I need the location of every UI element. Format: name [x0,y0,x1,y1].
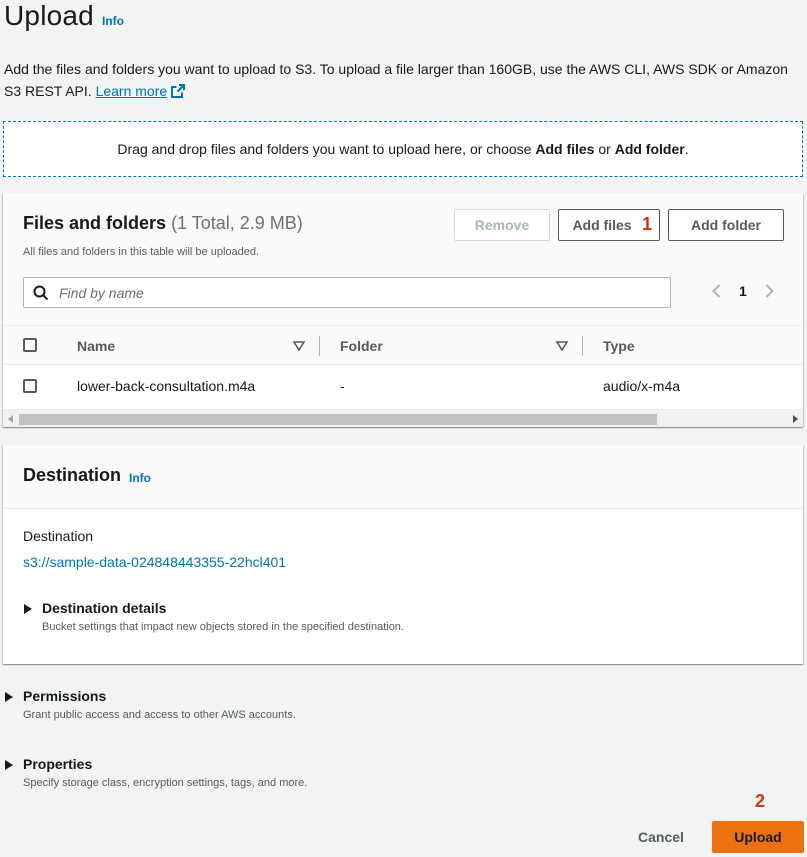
search-field[interactable] [23,277,671,308]
destination-details-subtitle: Bucket settings that impact new objects … [42,621,404,633]
step-marker-2: 2 [755,791,766,811]
column-divider[interactable] [582,336,583,356]
destination-details-title: Destination details [42,600,167,616]
step-marker-1: 1 [642,214,653,234]
sort-icon[interactable] [556,340,568,352]
page-title: Upload [4,0,94,31]
row-checkbox[interactable] [23,379,37,393]
files-count: (1 Total, 2.9 MB) [171,213,303,233]
external-link-icon [171,84,186,98]
search-input[interactable] [57,283,637,302]
chevron-left-icon[interactable] [709,283,725,299]
scroll-right-icon[interactable] [790,414,800,424]
permissions-expander[interactable]: Permissions Grant public access and acce… [4,688,296,721]
destination-info-link[interactable]: Info [129,471,151,485]
destination-path-link[interactable]: s3://sample-data-024848443355-22hcl401 [23,554,286,570]
destination-details-expander[interactable]: Destination details Bucket settings that… [23,600,404,633]
caret-right-icon [5,760,13,770]
scrollbar-thumb[interactable] [19,414,657,425]
cell-name: lower-back-consultation.m4a [77,378,256,394]
horizontal-scrollbar[interactable] [3,409,803,427]
cell-folder: - [340,378,345,394]
cancel-button[interactable]: Cancel [630,825,692,849]
pagination: 1 [709,283,777,299]
scroll-left-icon[interactable] [6,414,16,424]
permissions-subtitle: Grant public access and access to other … [23,709,296,721]
dropzone-text: Drag and drop files and folders you want… [117,141,689,157]
caret-right-icon [5,692,13,702]
upload-button[interactable]: Upload [712,821,804,853]
properties-subtitle: Specify storage class, encryption settin… [23,777,308,789]
destination-label: Destination [23,528,94,544]
add-folder-button[interactable]: Add folder [668,209,784,241]
files-and-folders-panel: Files and folders (1 Total, 2.9 MB) All … [3,193,803,427]
remove-button[interactable]: Remove [454,209,550,241]
chevron-right-icon[interactable] [761,283,777,299]
destination-title: Destination [23,465,122,485]
sort-icon[interactable] [293,340,305,352]
permissions-title: Permissions [23,688,107,704]
files-panel-title: Files and folders (1 Total, 2.9 MB) [23,213,303,233]
column-divider[interactable] [319,336,320,356]
upload-page: Upload Info Add the files and folders yo… [0,0,807,857]
properties-title: Properties [23,756,93,772]
caret-right-icon [24,604,32,614]
page-number[interactable]: 1 [739,283,747,299]
destination-panel: Destination Info Destination s3://sample… [3,445,803,664]
select-all-checkbox[interactable] [23,338,37,352]
table-row: lower-back-consultation.m4a - audio/x-m4… [3,365,803,409]
column-header-type[interactable]: Type [603,338,635,354]
column-header-folder[interactable]: Folder [340,338,383,354]
properties-expander[interactable]: Properties Specify storage class, encryp… [4,756,307,789]
column-header-name[interactable]: Name [77,338,115,354]
page-header: Upload Info [4,0,124,36]
learn-more-link[interactable]: Learn more [96,83,186,99]
page-description: Add the files and folders you want to up… [4,58,804,102]
files-panel-subtitle: All files and folders in this table will… [23,246,260,258]
drop-zone[interactable]: Drag and drop files and folders you want… [3,121,803,177]
search-icon [33,285,49,300]
table-header: Name Folder Type [3,325,803,365]
cell-type: audio/x-m4a [603,378,681,394]
info-link[interactable]: Info [102,14,124,28]
